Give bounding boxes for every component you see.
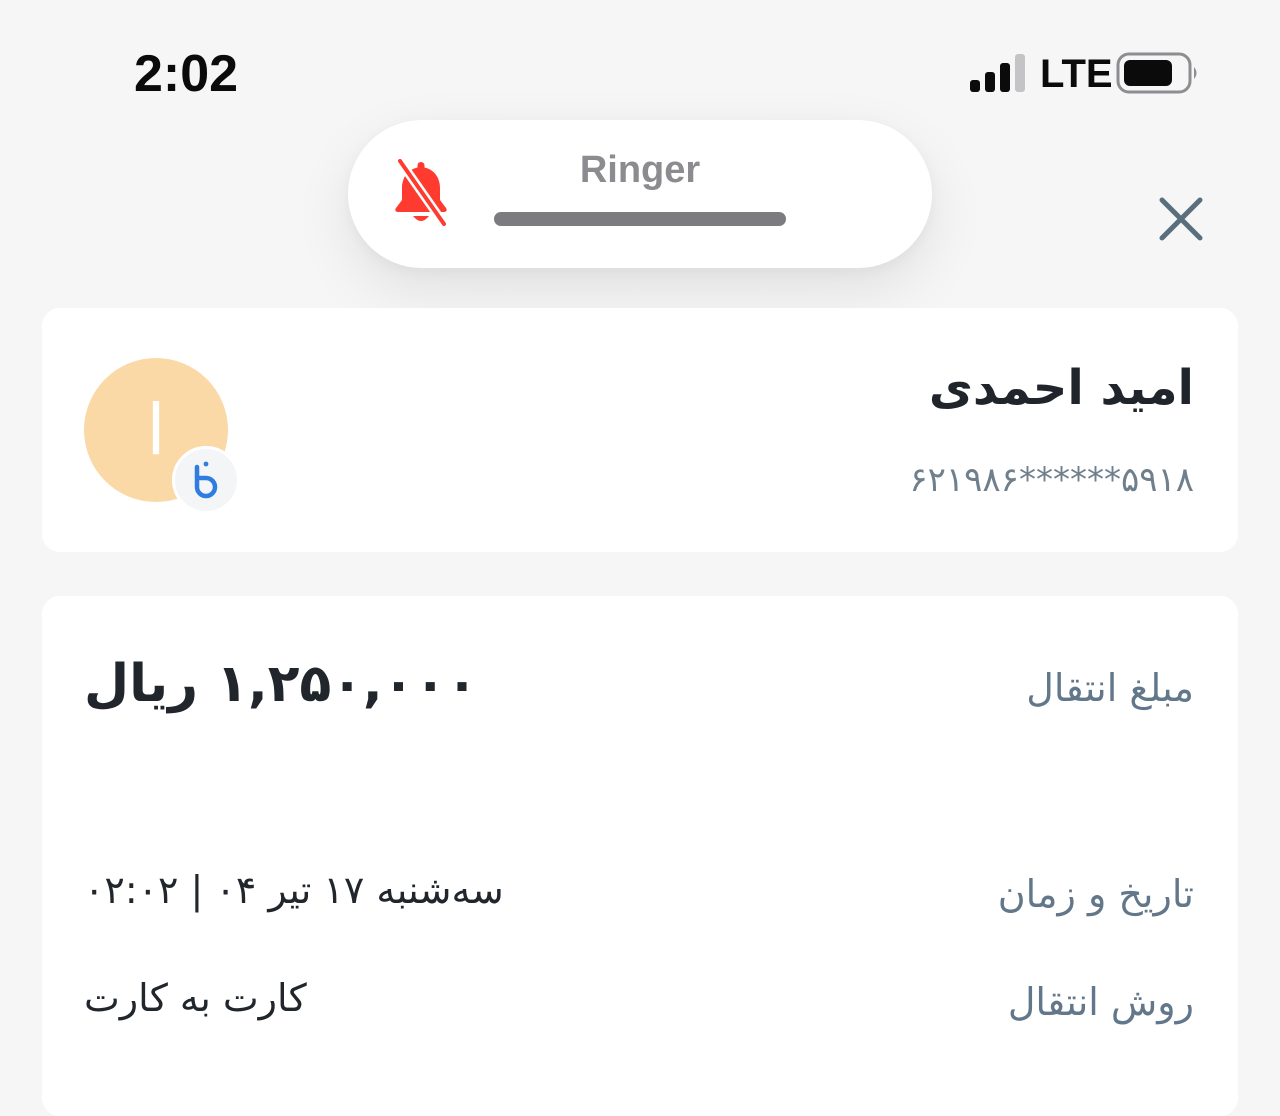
bank-badge xyxy=(172,446,240,514)
transfer-details-card: مبلغ انتقال ۱,۲۵۰,۰۰۰ ریال تاریخ و زمان … xyxy=(42,596,1238,1116)
network-type: LTE xyxy=(1040,52,1113,96)
method-value: کارت به کارت xyxy=(84,976,307,1020)
ringer-hud: Ringer xyxy=(348,120,932,268)
recipient-name: امید احمدی xyxy=(928,360,1194,416)
recipient-card-number: ۶۲۱۹۸۶******۵۹۱۸ xyxy=(909,460,1194,500)
status-time: 2:02 xyxy=(134,45,239,103)
method-label: روش انتقال xyxy=(1007,980,1194,1024)
ringer-label: Ringer xyxy=(579,149,701,191)
amount-value: ۱,۲۵۰,۰۰۰ ریال xyxy=(84,654,478,714)
close-button[interactable] xyxy=(1154,192,1208,246)
battery-icon xyxy=(1116,52,1197,94)
ringer-volume-bar xyxy=(494,212,786,226)
status-bar: 2:02 LTE xyxy=(0,0,1280,140)
amount-label: مبلغ انتقال xyxy=(1026,666,1194,710)
cellular-signal-icon xyxy=(970,54,1025,92)
datetime-label: تاریخ و زمان xyxy=(997,872,1194,916)
recipient-card: ا امید احمدی ۶۲۱۹۸۶******۵۹۱۸ xyxy=(42,308,1238,552)
datetime-value: سه‌شنبه ۱۷ تیر ۰۴ | ۰۲:۰۲ xyxy=(84,868,504,912)
bell-slash-icon xyxy=(395,158,449,228)
bank-logo-icon xyxy=(194,461,218,499)
close-icon xyxy=(1159,197,1203,241)
